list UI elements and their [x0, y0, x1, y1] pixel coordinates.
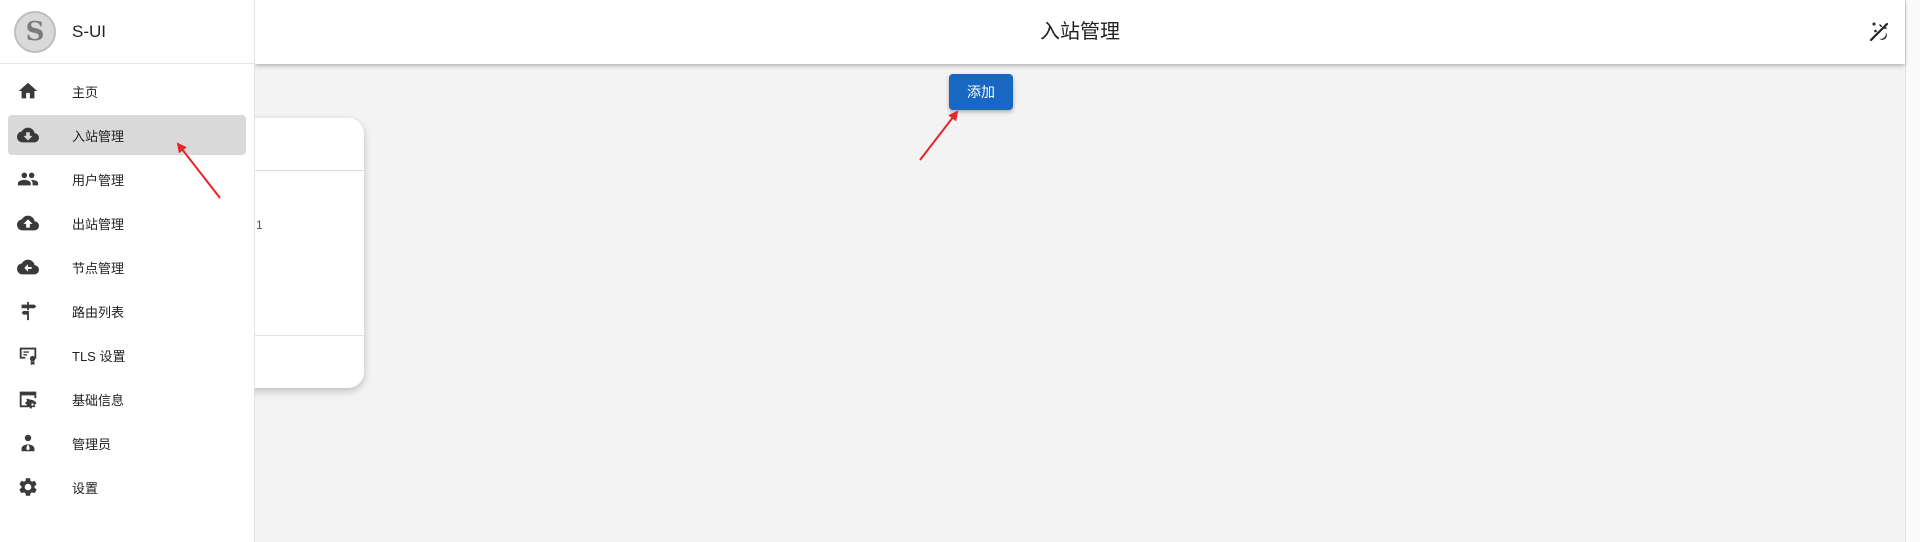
sidebar-item-outbounds[interactable]: 出站管理	[8, 203, 246, 243]
sidebar-item-label: 出站管理	[72, 216, 125, 232]
cloud-download-icon	[16, 123, 40, 147]
logo-letter: S	[25, 16, 45, 47]
sidebar-item-settings[interactable]: 设置	[8, 467, 246, 507]
sidebar-item-label: 用户管理	[72, 172, 125, 188]
sidebar-item-nodes[interactable]: 节点管理	[8, 247, 246, 287]
add-button[interactable]: 添加	[949, 74, 1013, 110]
sidebar-item-label: 主页	[72, 84, 99, 100]
theme-toggle-button[interactable]	[1865, 18, 1893, 46]
sidebar-item-label: 设置	[72, 480, 99, 496]
brand: S S-UI	[0, 0, 254, 64]
page-title: 入站管理	[1040, 21, 1120, 43]
gear-icon	[16, 475, 40, 499]
card-text-fragment: 1	[256, 218, 263, 232]
sidebar-item-basics[interactable]: 基础信息	[8, 379, 246, 419]
sidebar-item-label: 入站管理	[72, 128, 125, 144]
cloud-upload-icon	[16, 211, 40, 235]
page-scrollbar[interactable]	[1905, 0, 1920, 542]
sidebar-item-tls[interactable]: TLS 设置	[8, 335, 246, 375]
web-settings-icon	[16, 387, 40, 411]
users-icon	[16, 167, 40, 191]
sidebar-item-label: 节点管理	[72, 260, 125, 276]
home-icon	[16, 79, 40, 103]
sidebar-item-admins[interactable]: 管理员	[8, 423, 246, 463]
sidebar-item-home[interactable]: 主页	[8, 71, 246, 111]
sidebar-item-label: TLS 设置	[72, 348, 126, 364]
sidebar-item-label: 路由列表	[72, 304, 125, 320]
sidebar-item-label: 管理员	[72, 436, 112, 452]
sidebar: S S-UI 主页 入站管理 用户管理 出站管理 节点管理 路由列表 TLS 设…	[0, 0, 255, 542]
top-app-bar: 入站管理	[255, 0, 1905, 64]
sidebar-item-users[interactable]: 用户管理	[8, 159, 246, 199]
certificate-icon	[16, 343, 40, 367]
sidebar-item-inbounds[interactable]: 入站管理	[8, 115, 246, 155]
app-title: S-UI	[72, 21, 106, 41]
annotation-arrow-add-button	[919, 110, 959, 161]
sidebar-item-routes[interactable]: 路由列表	[8, 291, 246, 331]
signpost-icon	[16, 299, 40, 323]
app-logo: S	[14, 10, 56, 53]
cloud-sync-icon	[16, 255, 40, 279]
sidebar-item-label: 基础信息	[72, 392, 125, 408]
sidebar-nav: 主页 入站管理 用户管理 出站管理 节点管理 路由列表 TLS 设置 基础信息 …	[0, 64, 254, 507]
theme-toggle-icon	[1869, 22, 1889, 42]
admin-icon	[16, 431, 40, 455]
